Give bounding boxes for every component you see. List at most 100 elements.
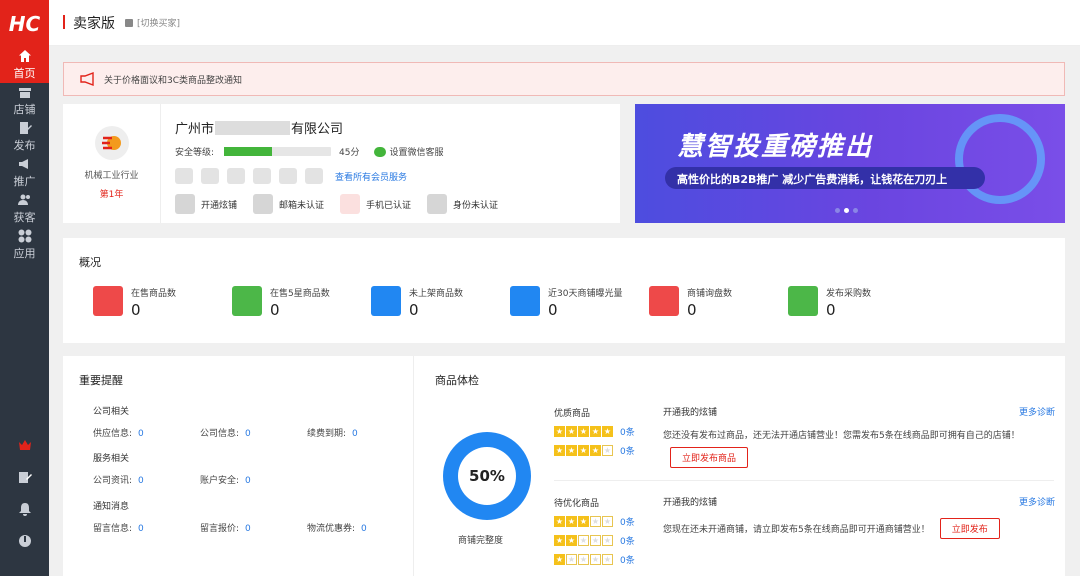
brand-logo[interactable]: HC xyxy=(0,0,49,47)
badge-icon[interactable] xyxy=(175,168,193,184)
company-name-redacted xyxy=(215,120,291,135)
star-count[interactable]: 0条 xyxy=(620,425,635,438)
badge-icon[interactable] xyxy=(279,168,297,184)
cert-phone[interactable]: 手机已认证 xyxy=(340,194,411,214)
pager-dot[interactable] xyxy=(844,208,849,213)
overview-value: 0 xyxy=(409,301,419,319)
publish-now-button[interactable]: 立即发布 xyxy=(939,518,1000,539)
star-count[interactable]: 0条 xyxy=(620,534,635,547)
banner-decor xyxy=(955,114,1045,204)
id-icon xyxy=(427,194,448,214)
apps-icon xyxy=(18,229,31,243)
sidebar-item-apps[interactable]: 应用 xyxy=(0,227,49,263)
overview-label: 商铺询盘数 xyxy=(687,289,733,299)
cert-shop[interactable]: 开通炫铺 xyxy=(175,194,237,214)
star-icon xyxy=(554,445,565,456)
pager-dot[interactable] xyxy=(835,208,840,213)
overview-label: 在售商品数 xyxy=(131,289,177,299)
badge-icon[interactable] xyxy=(253,168,271,184)
company-info: 广州市 有限公司 安全等级: 45分 设置微信客服 查看所有会员服务 开通炫铺 … xyxy=(175,118,514,214)
overview-item[interactable]: 未上架商品数 0 xyxy=(371,286,463,319)
sidebar-item-home[interactable]: 首页 xyxy=(0,47,49,83)
overview-item[interactable]: 商铺询盘数 0 xyxy=(649,286,732,319)
overview-item[interactable]: 发布采购数 0 xyxy=(788,286,871,319)
company-name-prefix: 广州市 xyxy=(175,122,215,137)
reminder-item[interactable]: 留言报价: 0 xyxy=(200,521,307,534)
reminder-heading: 通知消息 xyxy=(93,502,130,512)
star-count[interactable]: 0条 xyxy=(620,515,635,528)
overview-item[interactable]: 在售5星商品数 0 xyxy=(232,286,330,319)
switch-icon xyxy=(125,18,133,27)
company-years: 第1年 xyxy=(99,190,124,200)
bell-icon[interactable] xyxy=(18,502,32,516)
diag-desc: 您还没有发布过商品，还无法开通店铺营业！您需发布5条在线商品即可拥有自己的店铺！ xyxy=(663,431,1020,441)
wechat-label: 设置微信客服 xyxy=(389,148,444,158)
promo-banner[interactable]: 慧智投重磅推出 高性价比的B2B推广 减少广告费消耗，让钱花在刀刃上 xyxy=(635,104,1065,223)
star-icon xyxy=(554,535,565,546)
more-diagnosis-link[interactable]: 更多诊断 xyxy=(1019,495,1055,508)
sidebar-item-customers[interactable]: 获客 xyxy=(0,191,49,227)
reminder-item[interactable]: 公司资讯: 0 xyxy=(93,473,200,486)
member-badges: 查看所有会员服务 xyxy=(175,168,514,184)
company-industry: 机械工业行业 xyxy=(84,171,139,181)
banner-pager[interactable] xyxy=(835,208,862,213)
star-icon xyxy=(566,554,577,565)
star-icon xyxy=(602,445,613,456)
reminder-item[interactable]: 留言信息: 0 xyxy=(93,521,200,534)
sidebar-item-shop[interactable]: 店铺 xyxy=(0,83,49,119)
star-icon xyxy=(590,535,601,546)
star-icon xyxy=(554,516,565,527)
reminder-item[interactable]: 公司信息: 0 xyxy=(200,426,307,439)
health-title: 商品体检 xyxy=(435,374,479,387)
sidebar-item-label: 首页 xyxy=(13,67,36,80)
company-card: 机械工业行业 第1年 广州市 有限公司 安全等级: 45分 设置微信客服 查看所… xyxy=(63,104,620,223)
wechat-service-link[interactable]: 设置微信客服 xyxy=(373,145,444,158)
power-icon[interactable] xyxy=(18,534,32,548)
star-icon xyxy=(371,286,401,316)
star-count[interactable]: 0条 xyxy=(620,553,635,566)
crown-badge-icon[interactable] xyxy=(201,168,219,184)
megaphone-icon xyxy=(80,72,94,86)
overview-item[interactable]: 在售商品数 0 xyxy=(93,286,176,319)
cert-email[interactable]: 邮箱未认证 xyxy=(253,194,324,214)
pager-dot[interactable] xyxy=(853,208,858,213)
star-row[interactable]: 0条 xyxy=(554,515,635,528)
badge-icon[interactable] xyxy=(305,168,323,184)
sidebar-item-publish[interactable]: 发布 xyxy=(0,119,49,155)
member-services-link[interactable]: 查看所有会员服务 xyxy=(335,170,407,183)
page-title: 卖家版 xyxy=(73,16,115,32)
star-row[interactable]: 0条 xyxy=(554,425,635,438)
cert-id[interactable]: 身份未认证 xyxy=(427,194,498,214)
publish-icon xyxy=(19,122,32,134)
overview-label: 未上架商品数 xyxy=(409,289,464,299)
more-diagnosis-link[interactable]: 更多诊断 xyxy=(1019,405,1055,418)
badge-icon[interactable] xyxy=(227,168,245,184)
crown-icon[interactable] xyxy=(18,438,32,452)
sidebar-item-promote[interactable]: 推广 xyxy=(0,155,49,191)
shop-icon xyxy=(18,88,31,98)
reminder-item[interactable]: 账户安全: 0 xyxy=(200,473,307,486)
star-icon xyxy=(602,426,613,437)
star-row[interactable]: 0条 xyxy=(554,553,635,566)
optimize-title: 待优化商品 xyxy=(554,499,600,509)
star-icon xyxy=(578,554,589,565)
cert-label: 开通炫铺 xyxy=(201,200,238,211)
star-icon xyxy=(590,426,601,437)
star-row[interactable]: 0条 xyxy=(554,534,635,547)
star-row[interactable]: 0条 xyxy=(554,444,635,457)
on-sale-icon xyxy=(93,286,123,316)
reminder-item[interactable]: 供应信息: 0 xyxy=(93,426,200,439)
quality-diagnosis: 开通我的炫铺 更多诊断 您还没有发布过商品，还无法开通店铺营业！您需发布5条在线… xyxy=(663,405,1055,468)
star-count[interactable]: 0条 xyxy=(620,444,635,457)
publish-product-button[interactable]: 立即发布商品 xyxy=(670,447,749,468)
switch-buyer-link[interactable]: [切换买家] xyxy=(125,16,180,29)
star-icon xyxy=(578,426,589,437)
cert-label: 邮箱未认证 xyxy=(279,200,325,211)
star-icon xyxy=(566,516,577,527)
reminder-item[interactable]: 物流优惠券: 0 xyxy=(307,521,414,534)
notice-bar[interactable]: 关于价格面议和3C类商品整改通知 xyxy=(63,62,1065,96)
company-name-suffix: 有限公司 xyxy=(291,122,344,137)
reminder-item[interactable]: 续费到期: 0 xyxy=(307,426,414,439)
overview-item[interactable]: 近30天商铺曝光量 0 xyxy=(510,286,622,319)
edit-icon[interactable] xyxy=(18,470,32,484)
